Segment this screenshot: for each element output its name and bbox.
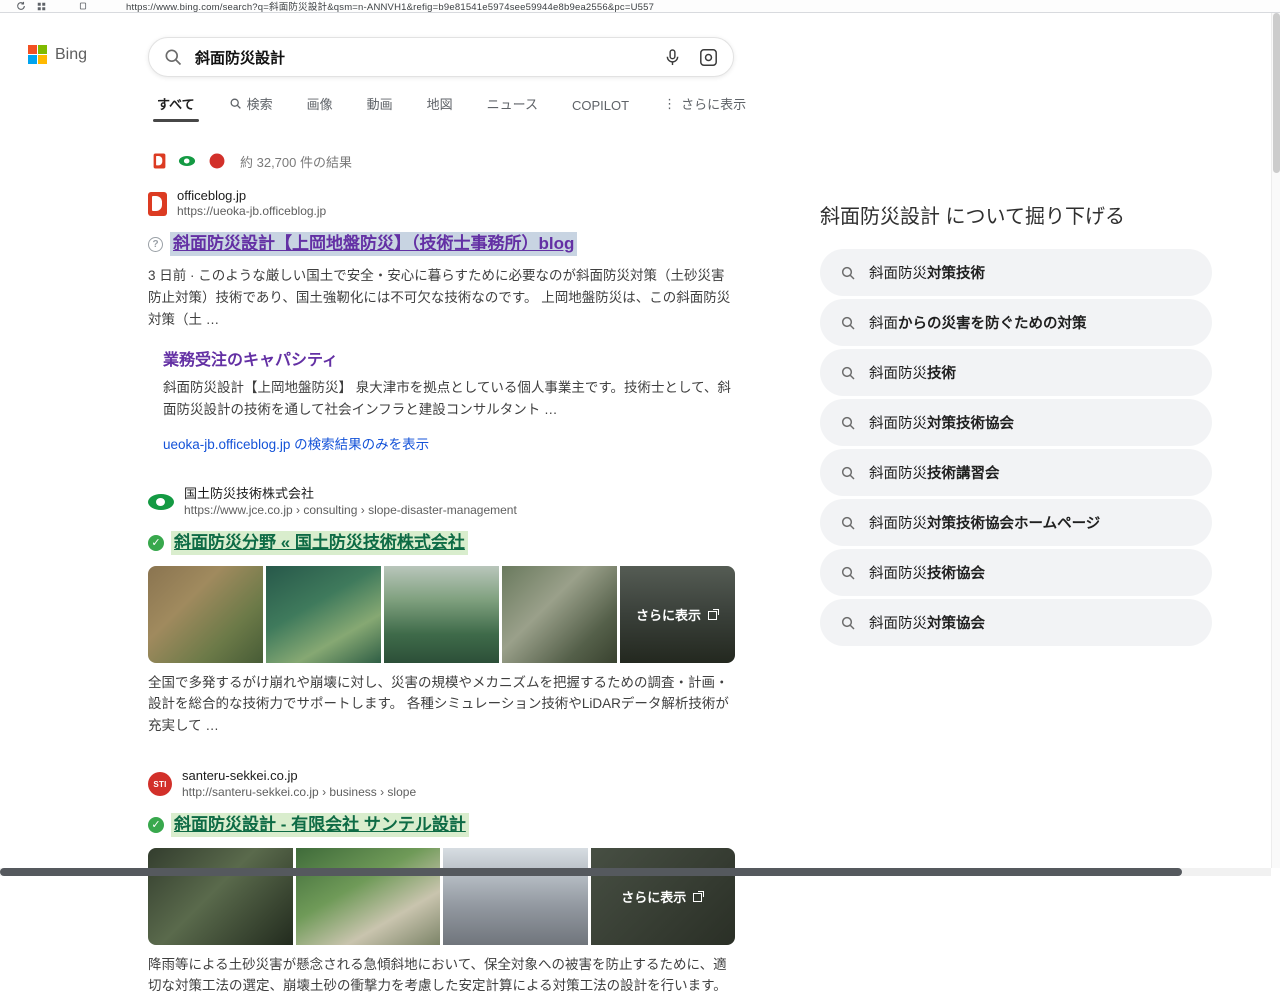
related-search-item[interactable]: 斜面防災技術講習会	[820, 449, 1212, 496]
officeblog-favicon-icon	[153, 153, 166, 169]
result-image-strip: さらに表示	[148, 847, 736, 945]
tab-all[interactable]: すべて	[153, 90, 199, 124]
jce-favicon-icon	[148, 493, 174, 510]
search-box[interactable]	[148, 37, 734, 77]
browser-address-bar: https://www.bing.com/search?q=斜面防災設計&qsm…	[0, 0, 1280, 13]
result-item-2: 国土防災技術株式会社 https://www.jce.co.jp › consu…	[148, 486, 735, 736]
related-search-item[interactable]: 斜面からの災害を防ぐための対策	[820, 299, 1212, 346]
horizontal-scrollbar[interactable]	[0, 868, 1271, 876]
page-security-icon[interactable]	[76, 0, 90, 12]
related-search-item[interactable]: 斜面防災技術協会	[820, 549, 1212, 596]
vertical-scrollbar[interactable]	[1271, 13, 1280, 868]
result-source[interactable]: STI santeru-sekkei.co.jp http://santeru-…	[148, 768, 735, 799]
show-more-images-button[interactable]: さらに表示	[591, 848, 736, 945]
result-title-link[interactable]: 斜面防災設計 - 有限会社 サンテル設計	[171, 812, 469, 837]
result-source[interactable]: officeblog.jp https://ueoka-jb.officeblo…	[148, 188, 735, 219]
result-title-link[interactable]: 斜面防災分野 « 国土防災技術株式会社	[171, 530, 468, 555]
tab-news[interactable]: ニュース	[485, 90, 540, 124]
result-title-link[interactable]: 斜面防災設計【上岡地盤防災】（技術士事務所）blog	[170, 232, 578, 257]
site-only-results-link[interactable]: ueoka-jb.officeblog.jp の検索結果のみを表示	[163, 433, 429, 453]
site-name: 国土防災技術株式会社	[184, 486, 315, 502]
search-icon	[841, 316, 855, 330]
related-search-item[interactable]: 斜面防災対策技術協会	[820, 399, 1212, 446]
site-url: https://www.jce.co.jp › consulting › slo…	[184, 502, 517, 517]
safety-check-icon[interactable]: ✓	[148, 816, 164, 833]
search-icon	[841, 266, 855, 280]
result-thumbnail[interactable]	[443, 847, 588, 945]
result-thumbnail[interactable]	[502, 565, 617, 663]
result-thumbnail[interactable]	[148, 847, 293, 945]
site-name: officeblog.jp	[177, 188, 247, 203]
result-thumbnail[interactable]	[266, 565, 381, 663]
safety-check-icon[interactable]: ✓	[148, 534, 164, 551]
result-thumbnail[interactable]	[295, 847, 440, 945]
tab-copilot[interactable]: COPILOT	[570, 94, 631, 124]
microsoft-logo-icon	[28, 45, 47, 64]
search-vertical-tabs: すべて 検索 画像 動画 地図 ニュース COPILOT ⋮ さらに表示	[153, 90, 748, 124]
result-item-3: STI santeru-sekkei.co.jp http://santeru-…	[148, 768, 735, 997]
search-icon	[841, 516, 855, 530]
result-snippet: 3 日前 · このような厳しい国土で安全・安心に暮らすために必要なのが斜面防災対…	[148, 268, 731, 327]
deeplink-snippet: 斜面防災設計【上岡地盤防災】 泉大津市を拠点としている個人事業主です。技術士とし…	[163, 380, 731, 417]
related-search-item[interactable]: 斜面防災対策技術協会ホームページ	[820, 499, 1212, 546]
result-thumbnail-more[interactable]: さらに表示	[620, 565, 735, 663]
result-thumbnail-more[interactable]: さらに表示	[590, 847, 736, 945]
related-searches-title: 斜面防災設計 について掘り下げる	[820, 206, 1125, 228]
santeru-favicon-icon: STI	[148, 772, 172, 797]
tab-more[interactable]: ⋮ さらに表示	[661, 90, 748, 124]
santeru-favicon-icon	[209, 153, 225, 169]
site-url: http://santeru-sekkei.co.jp › business ›…	[182, 784, 417, 799]
result-source[interactable]: 国土防災技術株式会社 https://www.jce.co.jp › consu…	[148, 486, 735, 517]
related-search-item[interactable]: 斜面防災技術	[820, 349, 1212, 396]
more-dots-icon: ⋮	[663, 95, 677, 111]
results-meta-row: 約 32,700 件の結果	[150, 149, 352, 173]
external-link-icon	[693, 890, 705, 902]
microphone-icon[interactable]	[663, 48, 682, 67]
related-search-item[interactable]: 斜面防災対策協会	[820, 599, 1212, 646]
vertical-scrollbar-thumb[interactable]	[1273, 13, 1280, 173]
external-link-icon	[708, 608, 719, 620]
search-icon	[841, 616, 855, 630]
safety-unknown-badge-icon[interactable]: ?	[148, 236, 163, 252]
result-thumbnail[interactable]	[148, 565, 263, 663]
tab-maps[interactable]: 地図	[425, 90, 455, 124]
related-searches-panel: 斜面防災設計 について掘り下げる 斜面防災対策技術 斜面からの災害を防ぐための対…	[820, 200, 1212, 649]
site-url: https://ueoka-jb.officeblog.jp	[177, 204, 327, 219]
search-input[interactable]	[195, 48, 655, 66]
bing-logo-text: Bing	[55, 45, 88, 63]
site-name: santeru-sekkei.co.jp	[182, 768, 298, 784]
bing-logo[interactable]: Bing	[28, 45, 87, 64]
tab-videos[interactable]: 動画	[365, 90, 395, 124]
result-thumbnail[interactable]	[384, 565, 499, 663]
apps-grid-icon[interactable]	[34, 0, 48, 12]
horizontal-scrollbar-thumb[interactable]	[0, 868, 1183, 876]
search-icon	[841, 366, 855, 380]
search-icon	[841, 466, 855, 480]
result-deeplink: 業務受注のキャパシティ 斜面防災設計【上岡地盤防災】 泉大津市を拠点としている個…	[163, 346, 735, 420]
search-icon[interactable]	[163, 47, 183, 67]
result-snippet: 全国で多発するがけ崩れや崩壊に対し、災害の規模やメカニズムを把握するための調査・…	[148, 674, 729, 733]
visual-search-icon[interactable]	[698, 47, 719, 68]
show-more-images-button[interactable]: さらに表示	[620, 566, 735, 663]
related-search-item[interactable]: 斜面防災対策技術	[820, 249, 1212, 296]
officeblog-favicon-icon	[148, 191, 167, 216]
jce-favicon-icon	[178, 156, 196, 166]
tab-search-icon	[230, 98, 241, 109]
search-icon	[841, 416, 855, 430]
results-count: 約 32,700 件の結果	[240, 154, 352, 170]
tab-search[interactable]: 検索	[227, 90, 275, 124]
reload-icon[interactable]	[14, 0, 28, 12]
deeplink-title[interactable]: 業務受注のキャパシティ	[163, 352, 338, 369]
result-snippet: 降雨等による土砂災害が懸念される急傾斜地において、保全対象への被害を防止するため…	[148, 956, 727, 994]
address-url[interactable]: https://www.bing.com/search?q=斜面防災設計&qsm…	[126, 0, 654, 12]
result-image-strip: さらに表示	[148, 565, 735, 663]
search-icon	[841, 566, 855, 580]
tab-images[interactable]: 画像	[305, 90, 335, 124]
result-item-1: officeblog.jp https://ueoka-jb.officeblo…	[148, 188, 735, 454]
